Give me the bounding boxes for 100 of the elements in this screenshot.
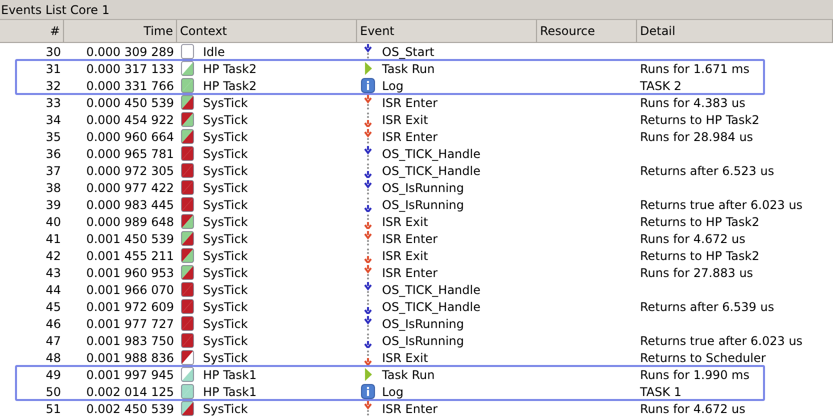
row-number: 39 — [46, 198, 61, 212]
time-value: 0.000 989 648 — [86, 214, 174, 228]
context-name: HP Task1 — [203, 368, 257, 382]
time-value: 0.001 983 750 — [86, 334, 174, 348]
time-value: 0.001 977 727 — [86, 316, 174, 330]
time-value: 0.000 331 766 — [86, 78, 174, 92]
row-number: 48 — [46, 350, 61, 364]
row-number: 36 — [46, 146, 61, 160]
context-name: HP Task2 — [203, 78, 257, 92]
context-icon — [181, 350, 194, 365]
event-name: OS_IsRunning — [382, 334, 464, 348]
event-detail: Returns true after 6.023 us — [640, 198, 803, 212]
column-header[interactable]: Event — [357, 20, 537, 42]
time-value: 0.001 972 609 — [86, 300, 174, 314]
event-name: OS_Start — [382, 44, 434, 58]
context-icon — [181, 95, 194, 110]
context-name: SysTick — [203, 214, 248, 228]
event-detail: Returns to HP Task2 — [640, 248, 760, 262]
event-detail: Returns to Scheduler — [640, 350, 766, 364]
context-name: SysTick — [203, 232, 248, 246]
time-value: 0.000 977 422 — [86, 180, 174, 194]
event-detail: Runs for 4.672 us — [640, 232, 746, 246]
column-header[interactable]: Resource — [537, 20, 637, 42]
column-header[interactable]: Context — [177, 20, 357, 42]
event-name: ISR Enter — [382, 402, 438, 416]
row-number: 47 — [46, 334, 61, 348]
event-detail: TASK 1 — [640, 384, 682, 398]
context-icon — [181, 282, 194, 297]
context-icon — [181, 299, 194, 314]
event-detail: Runs for 4.383 us — [640, 96, 746, 110]
event-name: OS_IsRunning — [382, 316, 464, 330]
row-number: 30 — [46, 44, 61, 58]
context-name: SysTick — [203, 96, 248, 110]
column-header[interactable]: Detail — [637, 20, 833, 42]
event-detail: Runs for 28.984 us — [640, 130, 754, 144]
column-header[interactable]: Time — [64, 20, 177, 42]
context-name: SysTick — [203, 402, 248, 416]
event-name: ISR Enter — [382, 232, 438, 246]
context-name: SysTick — [203, 266, 248, 280]
event-name: OS_TICK_Handle — [382, 164, 480, 178]
time-value: 0.001 988 836 — [86, 350, 174, 364]
event-detail: Runs for 1.671 ms — [640, 62, 750, 76]
row-number: 40 — [46, 214, 61, 228]
context-name: SysTick — [203, 282, 248, 296]
time-value: 0.001 997 945 — [86, 368, 174, 382]
time-value: 0.000 454 922 — [86, 112, 174, 126]
context-icon — [181, 129, 194, 144]
event-detail: Runs for 1.990 ms — [640, 368, 750, 382]
event-name: ISR Enter — [382, 96, 438, 110]
context-name: SysTick — [203, 130, 248, 144]
context-name: Idle — [203, 44, 225, 58]
row-number: 37 — [46, 164, 61, 178]
context-icon — [181, 384, 194, 399]
row-number: 32 — [46, 78, 61, 92]
event-name: ISR Enter — [382, 266, 438, 280]
time-value: 0.000 983 445 — [86, 198, 174, 212]
context-name: SysTick — [203, 164, 248, 178]
row-number: 35 — [46, 130, 61, 144]
event-detail: Returns after 6.539 us — [640, 300, 774, 314]
context-name: HP Task1 — [203, 384, 257, 398]
context-icon — [181, 197, 194, 212]
row-number: 49 — [46, 368, 61, 382]
event-detail: Runs for 4.672 us — [640, 402, 746, 416]
context-icon — [181, 401, 194, 416]
context-icon — [181, 78, 194, 93]
event-detail: Returns to HP Task2 — [640, 112, 760, 126]
context-name: SysTick — [203, 300, 248, 314]
time-value: 0.000 450 539 — [86, 96, 174, 110]
row-number: 42 — [46, 248, 61, 262]
panel-title: Events List Core 1 — [0, 0, 833, 20]
context-name: SysTick — [203, 248, 248, 262]
event-name: ISR Exit — [382, 214, 428, 228]
time-value: 0.001 966 070 — [86, 282, 174, 296]
event-detail: TASK 2 — [640, 78, 682, 92]
time-value: 0.000 960 664 — [86, 130, 174, 144]
row-number: 41 — [46, 232, 61, 246]
event-name: ISR Exit — [382, 248, 428, 262]
time-value: 0.000 309 289 — [86, 44, 174, 58]
context-icon — [181, 248, 194, 263]
context-icon — [181, 112, 194, 127]
time-value: 0.000 317 133 — [86, 62, 174, 76]
row-number: 43 — [46, 266, 61, 280]
context-icon — [181, 214, 194, 229]
context-name: HP Task2 — [203, 62, 257, 76]
event-name: Task Run — [382, 368, 435, 382]
event-name: OS_IsRunning — [382, 180, 464, 194]
event-name: Task Run — [382, 62, 435, 76]
time-value: 0.000 972 305 — [86, 164, 174, 178]
row-number: 44 — [46, 282, 61, 296]
context-icon — [181, 163, 194, 178]
event-name: Log — [382, 384, 404, 398]
row-number: 31 — [46, 62, 61, 76]
row-number: 46 — [46, 316, 61, 330]
context-icon — [181, 333, 194, 348]
context-icon — [181, 44, 194, 59]
event-detail: Returns true after 6.023 us — [640, 334, 803, 348]
context-icon — [181, 367, 194, 382]
column-header[interactable]: # — [0, 20, 64, 42]
context-name: SysTick — [203, 198, 248, 212]
event-name: OS_TICK_Handle — [382, 300, 480, 314]
